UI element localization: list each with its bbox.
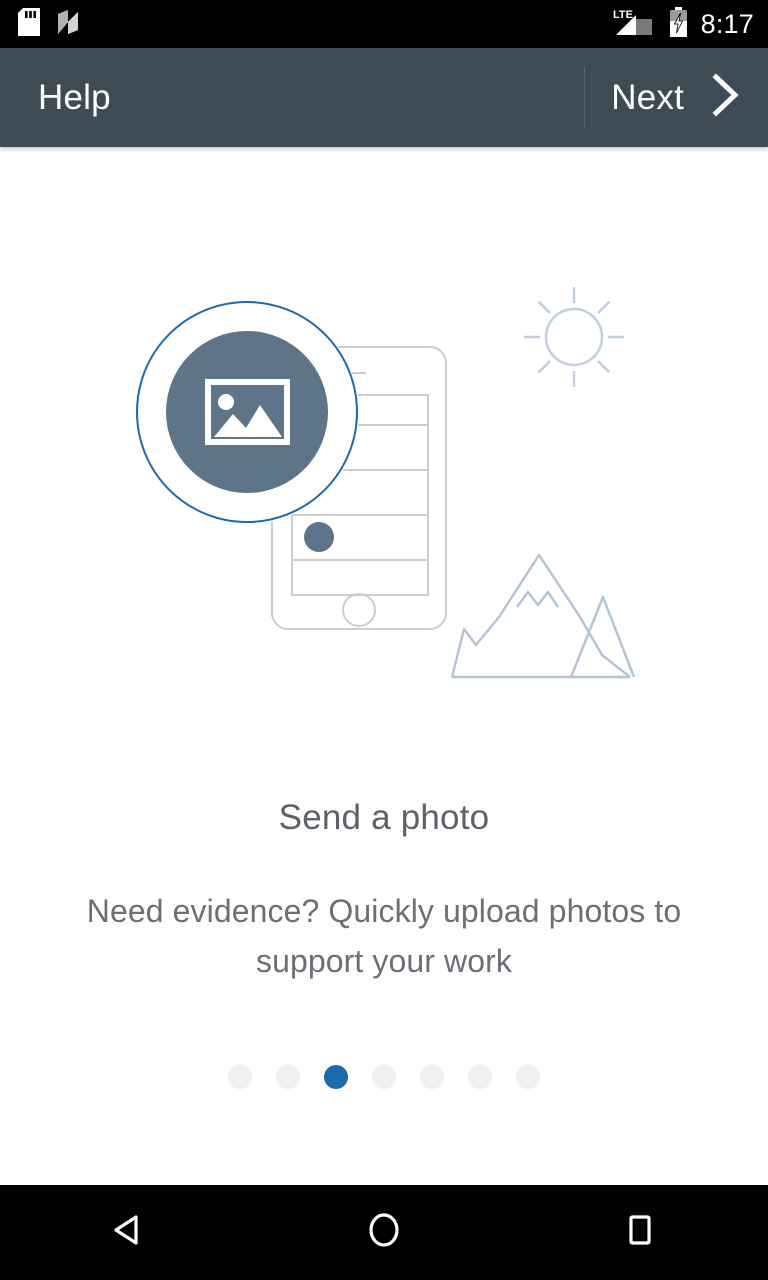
next-button-label: Next bbox=[611, 78, 684, 117]
pager-dot-1[interactable] bbox=[228, 1065, 252, 1089]
sd-card-icon bbox=[18, 7, 40, 41]
pager-dot-7[interactable] bbox=[516, 1065, 540, 1089]
home-circle-icon bbox=[363, 1209, 405, 1256]
back-triangle-icon bbox=[107, 1209, 149, 1256]
pager-dot-3[interactable] bbox=[324, 1065, 348, 1089]
phone-screen: LTE 8:17 Help Next Send a photo Need evi… bbox=[0, 0, 768, 1280]
battery-charging-icon bbox=[669, 6, 688, 42]
signal-bars-icon: LTE bbox=[612, 7, 658, 42]
app-bar: Help Next bbox=[0, 48, 768, 147]
status-bar-clock: 8:17 bbox=[700, 8, 754, 39]
navigation-bar bbox=[0, 1185, 768, 1280]
page-title: Send a photo bbox=[278, 798, 490, 837]
back-button[interactable] bbox=[58, 1185, 198, 1280]
page-subtitle: Need evidence? Quickly upload photos to … bbox=[86, 893, 682, 979]
status-bar: LTE 8:17 bbox=[0, 0, 768, 48]
home-button[interactable] bbox=[314, 1185, 454, 1280]
pager-dot-4[interactable] bbox=[372, 1065, 396, 1089]
pager-dot-2[interactable] bbox=[276, 1065, 300, 1089]
text-block: Send a photo Need evidence? Quickly uplo… bbox=[0, 797, 768, 986]
send-a-photo-illustration bbox=[0, 277, 768, 717]
pager-dot-6[interactable] bbox=[468, 1065, 492, 1089]
help-title[interactable]: Help bbox=[38, 80, 111, 115]
status-bar-right-icons: LTE 8:17 bbox=[612, 6, 754, 42]
next-button[interactable]: Next bbox=[584, 48, 768, 147]
app-bar-divider bbox=[584, 66, 586, 129]
status-bar-left-icons bbox=[18, 7, 86, 41]
pager-dots[interactable] bbox=[0, 1065, 768, 1089]
android-nougat-icon bbox=[56, 8, 86, 41]
recents-square-icon bbox=[619, 1209, 661, 1256]
pager-dot-5[interactable] bbox=[420, 1065, 444, 1089]
recents-button[interactable] bbox=[570, 1185, 710, 1280]
chevron-right-icon bbox=[708, 72, 742, 123]
onboarding-content: Send a photo Need evidence? Quickly uplo… bbox=[0, 147, 768, 1185]
svg-text:LTE: LTE bbox=[613, 9, 633, 21]
